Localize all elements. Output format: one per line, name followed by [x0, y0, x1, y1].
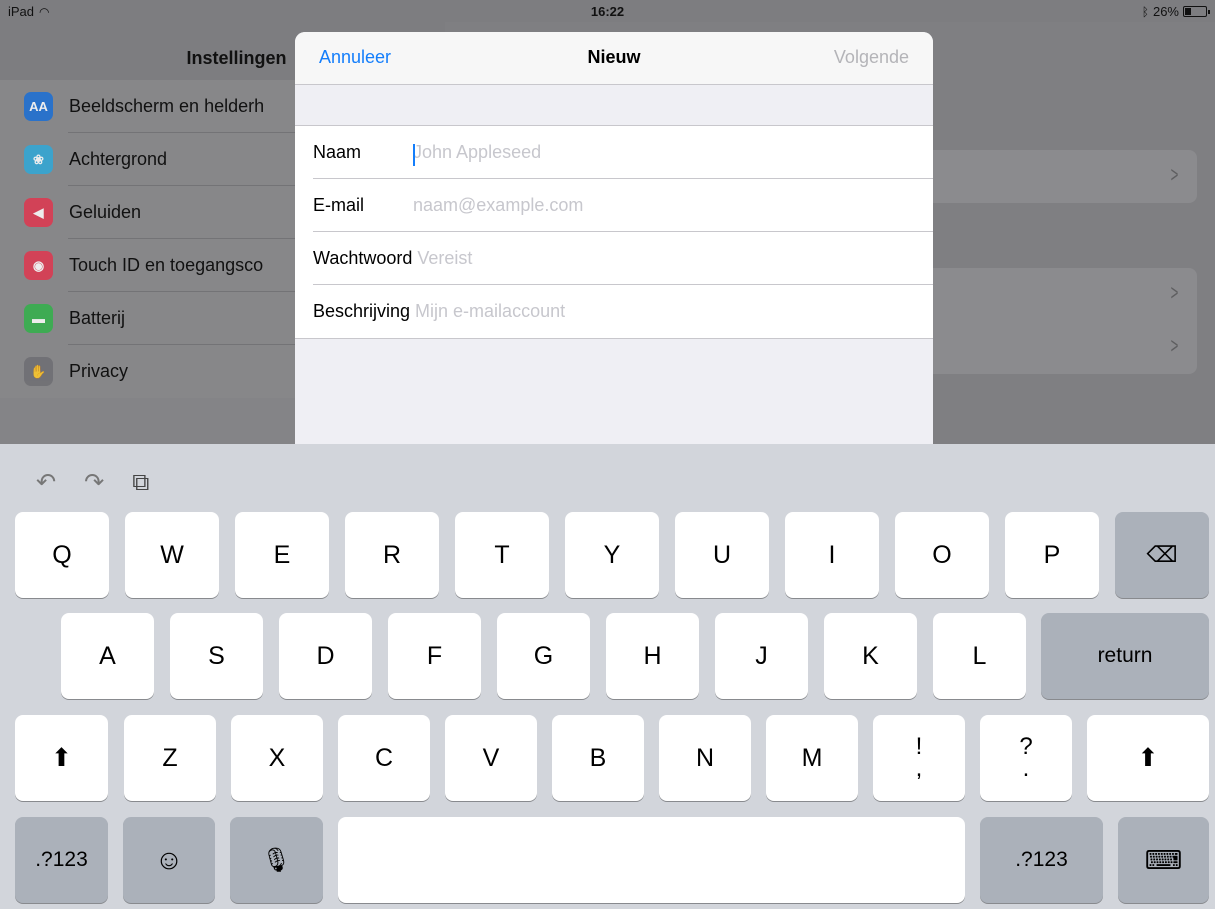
wallpaper-icon: ❀	[24, 145, 53, 174]
space-bar[interactable]	[338, 817, 965, 903]
key-t[interactable]: T	[455, 512, 549, 598]
privacy-hand-icon: ✋	[24, 357, 53, 386]
name-label: Naam	[313, 142, 362, 162]
key-k[interactable]: K	[824, 613, 917, 699]
key-b[interactable]: B	[552, 715, 644, 801]
settings-detail-group: >	[930, 150, 1197, 203]
status-time: 16:22	[590, 4, 625, 19]
redo-icon[interactable]: ↷	[84, 468, 104, 497]
key-v[interactable]: V	[445, 715, 537, 801]
key-d[interactable]: D	[279, 613, 372, 699]
chevron-right-icon: >	[1170, 333, 1179, 358]
numbers-key-left[interactable]: .?123	[15, 817, 108, 903]
key-s[interactable]: S	[170, 613, 263, 699]
dictation-key[interactable]: 🎙	[230, 817, 323, 903]
key-h[interactable]: H	[606, 613, 699, 699]
shift-key-left[interactable]: ⬆	[15, 715, 108, 801]
key-e[interactable]: E	[235, 512, 329, 598]
password-label: Wachtwoord	[313, 248, 413, 268]
settings-item-label: Touch ID en toegangsco	[69, 255, 264, 275]
battery-icon: ▬	[24, 304, 53, 333]
emoji-key[interactable]: ☺	[123, 817, 215, 903]
key-i[interactable]: I	[785, 512, 879, 598]
key-f[interactable]: F	[388, 613, 481, 699]
touch-id-icon: ◉	[24, 251, 53, 280]
hide-keyboard-key[interactable]: ⌨	[1118, 817, 1209, 903]
paste-icon[interactable]: ⧉	[132, 469, 149, 497]
undo-icon[interactable]: ↶	[36, 468, 56, 497]
text-caret	[413, 144, 415, 166]
key-g[interactable]: G	[497, 613, 590, 699]
key-c[interactable]: C	[338, 715, 430, 801]
new-account-modal: Annuleer Nieuw Volgende Naam E-mail Wach…	[295, 32, 933, 444]
comma-label: ,	[915, 755, 923, 782]
emoji-icon: ☺	[154, 844, 184, 875]
battery-icon	[1183, 6, 1210, 17]
key-q[interactable]: Q	[15, 512, 109, 598]
email-row: E-mail	[295, 179, 933, 232]
key-l[interactable]: L	[933, 613, 1026, 699]
modal-navigation-bar: Annuleer Nieuw Volgende	[295, 32, 933, 85]
shift-arrow-icon: ⬆	[51, 744, 72, 772]
backspace-icon: ⌫	[1146, 542, 1178, 567]
bluetooth-icon: ᛒ	[1141, 4, 1149, 19]
keyboard-dismiss-icon: ⌨	[1144, 844, 1183, 875]
settings-item-label: Achtergrond	[69, 149, 168, 169]
on-screen-keyboard: ↶ ↷ ⧉ Q W E R T Y U I O P ⌫ A S D F G H J K Lreturn ⬆ Z X C V B N M…	[0, 444, 1215, 909]
account-form: Naam E-mail Wachtwoord Beschrijving	[295, 125, 933, 339]
shift-arrow-icon: ⬆	[1137, 744, 1159, 772]
email-label: E-mail	[313, 195, 365, 215]
key-question-period[interactable]: ?.	[980, 715, 1072, 801]
email-input[interactable]	[413, 195, 893, 216]
password-row: Wachtwoord	[295, 232, 933, 285]
key-n[interactable]: N	[659, 715, 751, 801]
key-r[interactable]: R	[345, 512, 439, 598]
sounds-icon: ◀	[24, 198, 53, 227]
key-j[interactable]: J	[715, 613, 808, 699]
name-row: Naam	[295, 126, 933, 179]
settings-item-label: Batterij	[69, 308, 126, 328]
description-row: Beschrijving	[295, 285, 933, 338]
key-x[interactable]: X	[231, 715, 323, 801]
battery-percentage: 26%	[1152, 4, 1179, 19]
display-brightness-icon: AA	[24, 92, 53, 121]
key-y[interactable]: Y	[565, 512, 659, 598]
description-label: Beschrijving	[313, 301, 411, 321]
key-o[interactable]: O	[895, 512, 989, 598]
password-input[interactable]	[417, 248, 898, 269]
chevron-right-icon: >	[1170, 162, 1179, 187]
shift-key-right[interactable]: ⬆	[1087, 715, 1209, 801]
key-a[interactable]: A	[61, 613, 154, 699]
status-bar: iPad ◠ 16:22 ᛒ 26%	[0, 0, 1215, 22]
key-z[interactable]: Z	[124, 715, 216, 801]
microphone-icon: 🎙	[261, 846, 292, 874]
settings-item-label: Geluiden	[69, 202, 142, 222]
return-key[interactable]: return	[1041, 613, 1209, 699]
next-button[interactable]: Volgende	[834, 47, 909, 68]
delete-key[interactable]: ⌫	[1115, 512, 1209, 598]
key-u[interactable]: U	[675, 512, 769, 598]
settings-title: Instellingen	[186, 48, 287, 68]
name-input[interactable]	[413, 142, 893, 163]
key-exclamation-comma[interactable]: !,	[873, 715, 965, 801]
key-m[interactable]: M	[766, 715, 858, 801]
chevron-right-icon: >	[1170, 280, 1179, 305]
period-label: .	[1022, 755, 1030, 782]
key-w[interactable]: W	[125, 512, 219, 598]
key-p[interactable]: P	[1005, 512, 1099, 598]
numbers-key-right[interactable]: .?123	[980, 817, 1103, 903]
settings-item-label: Beeldscherm en helderh	[69, 96, 265, 116]
settings-detail-group: > >	[930, 268, 1197, 374]
shortcut-bar: ↶ ↷ ⧉	[36, 468, 149, 497]
description-input[interactable]	[415, 301, 896, 322]
settings-item-label: Privacy	[69, 361, 129, 381]
